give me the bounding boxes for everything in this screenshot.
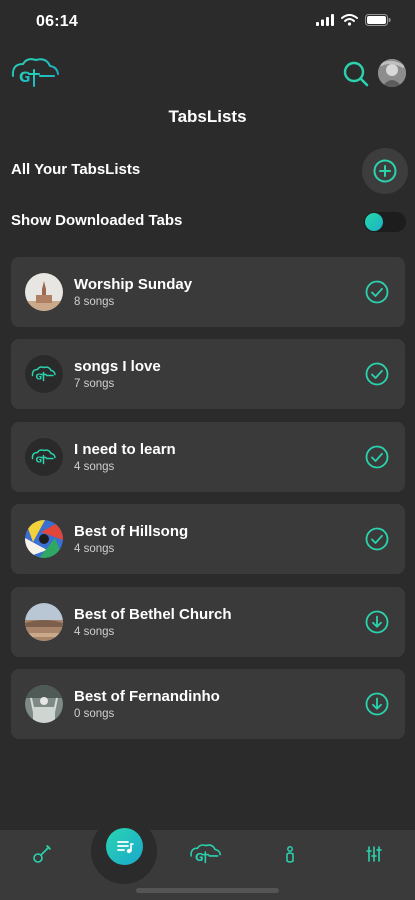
home-indicator — [136, 888, 279, 893]
tabslist-thumbnail — [25, 273, 63, 311]
downloaded-toggle-label: Show Downloaded Tabs — [11, 212, 183, 229]
downloaded-status[interactable] — [365, 527, 389, 551]
downloaded-status[interactable] — [365, 280, 389, 304]
plus-circle-icon — [373, 159, 397, 183]
logo-icon: G — [31, 449, 56, 464]
signal-icon — [316, 14, 334, 26]
tabslists-icon — [116, 840, 134, 853]
wifi-icon — [341, 14, 358, 26]
status-time: 06:14 — [36, 13, 78, 30]
concert-photo-icon — [25, 684, 63, 723]
nav-tuner[interactable] — [276, 840, 304, 868]
tabslist-song-count: 4 songs — [74, 543, 115, 556]
tabslist-card[interactable]: G I need to learn 4 songs — [11, 421, 405, 492]
svg-text:G: G — [19, 70, 31, 86]
nav-guitar[interactable] — [28, 840, 56, 868]
landscape-photo-icon — [25, 602, 63, 641]
logo-icon: G — [11, 58, 59, 87]
status-icons — [316, 14, 391, 26]
nav-settings[interactable] — [360, 840, 388, 868]
search-icon — [343, 61, 369, 87]
toggle-knob[interactable] — [365, 213, 383, 231]
tabslist-name: Worship Sunday — [74, 276, 193, 293]
church-photo-icon — [25, 273, 63, 311]
nav-home[interactable]: G — [186, 840, 226, 868]
section-title: All Your TabsLists — [11, 161, 141, 178]
check-circle-icon — [365, 527, 389, 551]
tabslist-card[interactable]: G songs I love 7 songs — [11, 339, 405, 410]
tabslist-name: songs I love — [74, 358, 161, 376]
add-tabslist-button[interactable] — [362, 148, 408, 194]
tabslist-card[interactable]: Worship Sunday 8 songs — [11, 257, 405, 327]
check-circle-icon — [365, 362, 389, 386]
tabslist-song-count: 4 songs — [74, 460, 115, 473]
avatar[interactable] — [378, 59, 406, 87]
tabslist-thumbnail: G — [25, 355, 63, 394]
battery-icon — [365, 14, 391, 26]
settings-sliders-icon — [366, 846, 382, 862]
tabslist-card[interactable]: Best of Hillsong 4 songs — [11, 504, 405, 575]
tabslist-song-count: 0 songs — [74, 707, 115, 720]
tabslist-name: I need to learn — [74, 440, 176, 458]
tabslist-card[interactable]: Best of Fernandinho 0 songs — [11, 668, 405, 739]
download-button[interactable] — [365, 610, 389, 634]
logo-icon: G — [31, 366, 56, 382]
search-button[interactable] — [342, 60, 370, 88]
tabslist-thumbnail — [25, 520, 63, 559]
guitar-icon — [33, 845, 51, 863]
downloaded-status[interactable] — [365, 445, 389, 469]
tabslist-name: Best of Bethel Church — [74, 605, 232, 623]
tabslist-thumbnail — [25, 602, 63, 641]
tabslists-list: Worship Sunday 8 songs G songs I love 7 … — [11, 257, 405, 751]
album-art-icon — [25, 520, 63, 559]
status-bar: 06:14 — [0, 0, 415, 44]
downloaded-toggle[interactable] — [364, 212, 406, 232]
check-circle-icon — [365, 445, 389, 469]
tabslist-card[interactable]: Best of Bethel Church 4 songs — [11, 586, 405, 657]
tabslist-song-count: 8 songs — [74, 296, 115, 308]
tabslist-name: Best of Fernandinho — [74, 687, 220, 705]
app-logo[interactable]: G — [10, 56, 62, 90]
page-title: TabsLists — [168, 107, 247, 126]
check-circle-icon — [365, 280, 389, 304]
tabslist-song-count: 4 songs — [74, 625, 115, 638]
download-circle-icon — [365, 692, 389, 716]
tabslist-thumbnail — [25, 684, 63, 723]
tabslist-name: Best of Hillsong — [74, 523, 189, 541]
tuner-icon — [286, 846, 294, 863]
downloaded-status[interactable] — [365, 362, 389, 386]
tabslist-thumbnail: G — [25, 437, 63, 476]
logo-icon: G — [190, 844, 222, 864]
download-circle-icon — [365, 610, 389, 633]
download-button[interactable] — [365, 692, 389, 716]
tabslist-song-count: 7 songs — [74, 378, 115, 391]
nav-tabslists[interactable] — [106, 828, 143, 865]
user-photo-icon — [378, 59, 406, 87]
